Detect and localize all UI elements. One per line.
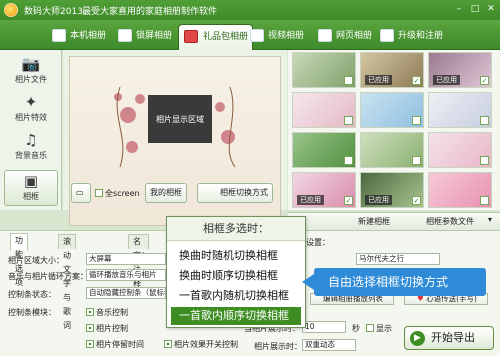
frame-thumb[interactable] — [360, 92, 424, 128]
frame-thumb[interactable] — [360, 132, 424, 168]
area-size-label: 相片区域大小： — [8, 256, 64, 265]
nav-photo-files[interactable]: 📷 相片文件 — [4, 54, 58, 90]
control-bar-select[interactable]: 自动隐藏控制条（鼠标移至 — [86, 287, 166, 299]
stay-time-checkbox[interactable]: 相片停留时间 — [86, 339, 144, 350]
popup-option[interactable]: 换曲时随机切换相框 — [171, 247, 301, 265]
effect-label: 相片展示时： — [254, 342, 302, 351]
popup-option[interactable]: 一首歌内随机切换相框 — [171, 287, 301, 305]
left-nav: 📷 相片文件 ✦ 相片特效 ♫ 背景音乐 ▣ 相框 — [0, 50, 62, 210]
frame-thumb[interactable] — [428, 172, 492, 208]
tab-web-album[interactable]: 网页相册 — [316, 26, 372, 46]
tab-function-options[interactable]: 功能选项 — [10, 233, 28, 287]
computer-icon — [52, 29, 66, 42]
effect-switch-checkbox[interactable]: 相片效果开关控制 — [164, 339, 238, 350]
my-frames-button[interactable]: 我的相框 — [145, 183, 187, 203]
main-toolbar: 本机相册 锁屏相册 礼品包相册 视频相册 网页相册 升级和注册 — [0, 20, 500, 50]
globe-icon — [318, 29, 332, 42]
control-bar-label: 控制条状态： — [8, 290, 56, 299]
loop-label: 音乐与相片循环方案： — [8, 272, 88, 281]
nav-background-music[interactable]: ♫ 背景音乐 — [4, 130, 58, 166]
camera-icon: 📷 — [21, 55, 41, 73]
annotation-callout: 自由选择相框切换方式 — [302, 268, 486, 296]
loop-select[interactable]: 循环播放音乐与相片 — [86, 269, 166, 281]
frame-thumbnail-grid: 已应用 ✓ 已应用 ✓ 已应用 ✓ 已应用 ✓ — [288, 50, 500, 210]
frame-actions-bar: 新建相框 相框参数文件 ▾ — [288, 212, 500, 230]
frame-switch-popup: 相框多选时： 换曲时随机切换相框 换曲时顺序切换相框 一首歌内随机切换相框 一首… — [166, 216, 306, 328]
frame-thumb[interactable] — [292, 52, 356, 88]
show-checkbox[interactable]: 显示 — [366, 323, 392, 334]
register-icon — [380, 29, 394, 42]
film-icon — [250, 29, 264, 42]
music-note-icon: ♫ — [24, 131, 38, 149]
module-label: 控制条模块： — [8, 308, 56, 317]
tab-upgrade-register[interactable]: 升级和注册 — [378, 26, 443, 46]
app-title: 数码大师2013 — [24, 7, 83, 17]
title-bar: 数码大师2013 最受大家喜用的家庭相册制作软件 – □ ✕ — [0, 0, 500, 20]
right-settings-label: 设置： — [306, 238, 330, 247]
area-size-select[interactable]: 大屏幕 — [86, 253, 166, 265]
popup-option[interactable]: 换曲时顺序切换相框 — [171, 267, 301, 285]
frame-thumb[interactable] — [428, 92, 492, 128]
frame-thumb[interactable] — [292, 132, 356, 168]
popup-header: 相框多选时： — [167, 217, 305, 241]
stay-time-input[interactable]: 10 — [302, 321, 346, 333]
new-frame-link[interactable]: 新建相框 — [358, 216, 390, 227]
frame-thumb[interactable]: 已应用 ✓ — [428, 52, 492, 88]
frame-thumb[interactable]: 已应用 ✓ — [360, 52, 424, 88]
export-icon: ▶ — [410, 331, 425, 346]
switch-mode-button[interactable]: 相框切换方式 — [197, 183, 273, 203]
tab-scrolling-text[interactable]: 滚动文字与歌词 — [58, 234, 76, 330]
tab-gift-album[interactable]: 礼品包相册 — [178, 24, 254, 50]
stay-time-unit: 秒 — [352, 324, 360, 333]
close-icon[interactable]: ✕ — [484, 3, 498, 15]
frame-thumb[interactable]: 已应用 ✓ — [360, 172, 424, 208]
effect-select[interactable]: 双重动态 — [302, 339, 356, 351]
preview-controls: ▭ 全screen 我的相框 相框切换方式 — [63, 178, 287, 208]
dropdown-arrow-icon[interactable]: ▾ — [488, 215, 492, 224]
export-button[interactable]: ▶ 开始导出 — [404, 326, 494, 350]
maximize-icon[interactable]: □ — [468, 3, 482, 15]
frame-params-link[interactable]: 相框参数文件 — [426, 216, 474, 227]
minimize-icon[interactable]: – — [452, 3, 466, 15]
app-logo-icon — [4, 3, 18, 17]
album-name-input[interactable]: 马尔代夫之行 — [356, 253, 440, 265]
frame-icon: ▣ — [23, 172, 39, 190]
nav-photo-effects[interactable]: ✦ 相片特效 — [4, 92, 58, 128]
tab-local-album[interactable]: 本机相册 — [50, 26, 106, 46]
photo-display-area: 相片显示区域 — [148, 95, 212, 143]
frame-thumb[interactable]: 已应用 ✓ — [292, 172, 356, 208]
music-control-checkbox[interactable]: 音乐控制 — [86, 307, 128, 318]
app-slogan: 最受大家喜用的家庭相册制作软件 — [82, 7, 218, 17]
frame-thumb[interactable] — [428, 132, 492, 168]
photo-control-checkbox[interactable]: 相片控制 — [86, 323, 128, 334]
tab-lockscreen-album[interactable]: 锁屏相册 — [116, 26, 172, 46]
fullscreen-checkbox[interactable]: 全screen — [95, 188, 140, 199]
screen-icon[interactable]: ▭ — [71, 183, 91, 203]
monitor-icon — [118, 29, 132, 42]
tab-video-album[interactable]: 视频相册 — [248, 26, 304, 46]
sparkle-icon: ✦ — [24, 93, 38, 111]
tab-names-notes[interactable]: 名字/注释 — [128, 234, 149, 288]
nav-frames[interactable]: ▣ 相框 — [4, 170, 58, 206]
gift-icon — [184, 30, 198, 43]
popup-option-selected[interactable]: 一首歌内顺序切换相框 — [171, 307, 301, 325]
frame-thumb[interactable] — [292, 92, 356, 128]
